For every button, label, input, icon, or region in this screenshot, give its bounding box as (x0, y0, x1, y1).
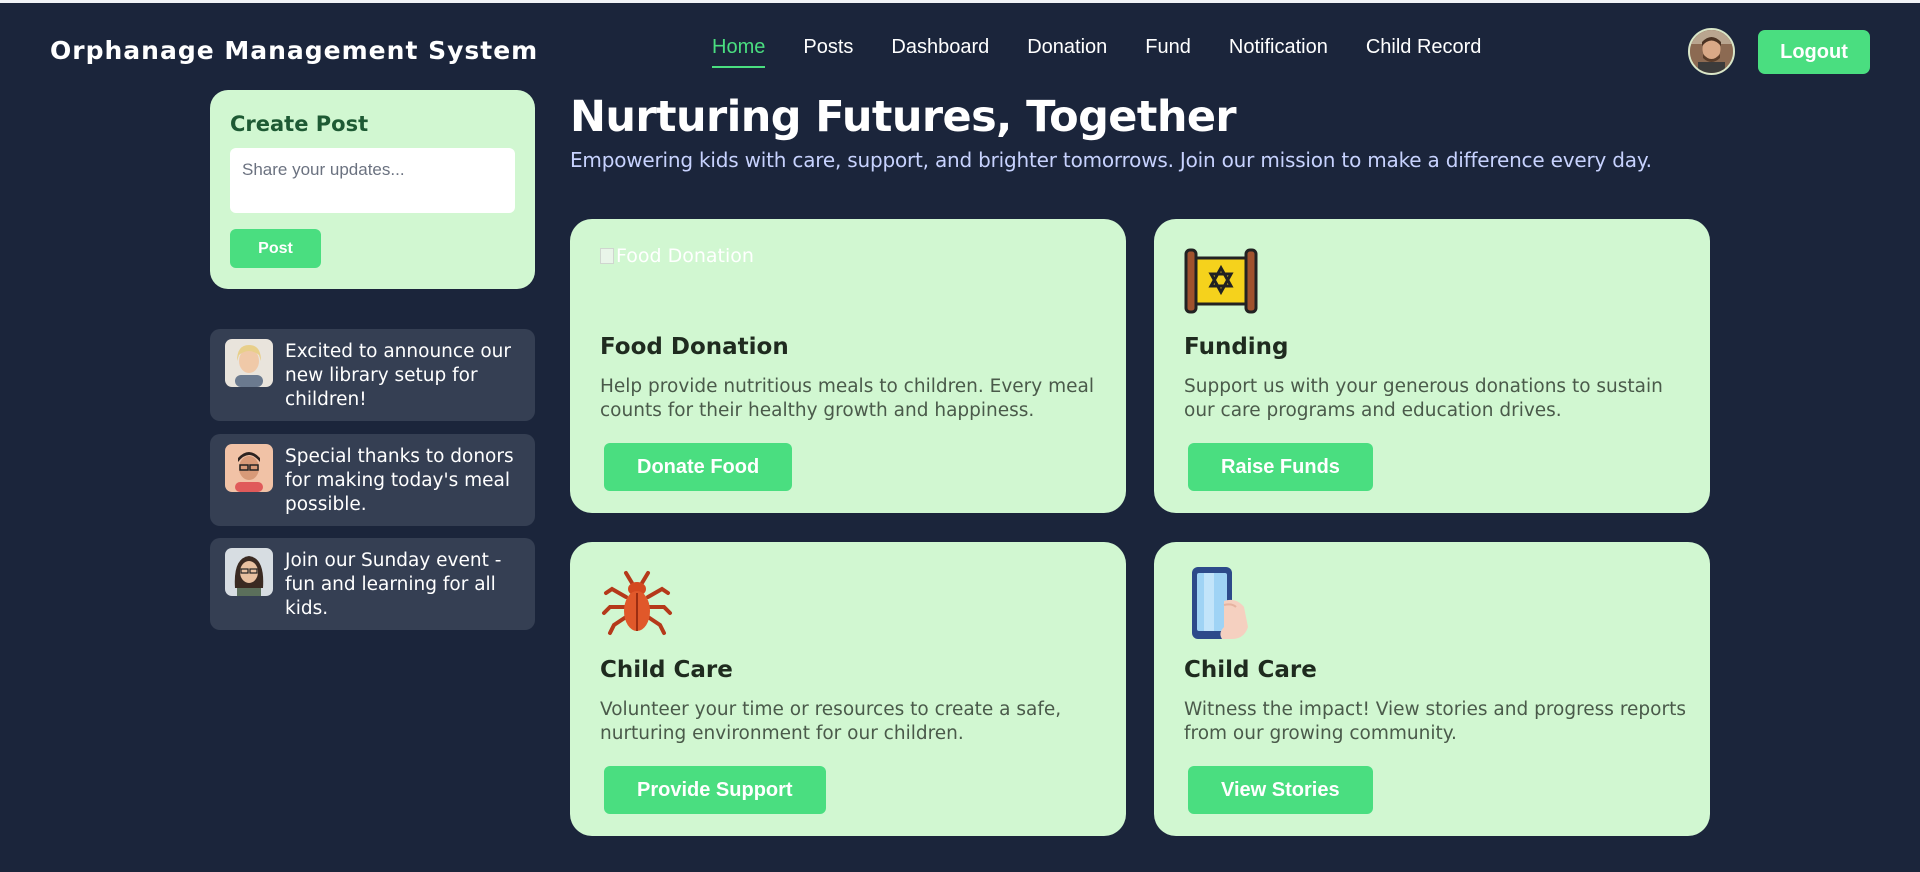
nav-notification[interactable]: Notification (1229, 36, 1328, 68)
scroll-star-icon (1184, 244, 1258, 318)
feed-text: Special thanks to donors for making toda… (285, 446, 514, 515)
nav-dashboard[interactable]: Dashboard (891, 36, 989, 68)
funding-card: Funding Support us with your generous do… (1154, 219, 1710, 513)
provide-support-button[interactable]: Provide Support (604, 766, 826, 814)
donate-food-button[interactable]: Donate Food (604, 443, 793, 491)
phone-hand-icon (1184, 567, 1258, 641)
hero-title: Nurturing Futures, Together (570, 92, 1237, 142)
feed-item: Special thanks to donors for making toda… (210, 434, 535, 526)
feed-text: Join our Sunday event - fun and learning… (285, 550, 502, 619)
nav-posts[interactable]: Posts (803, 36, 853, 68)
post-button[interactable]: Post (230, 229, 321, 268)
card-title: Funding (1184, 334, 1289, 360)
child-care-support-card: Child Care Volunteer your time or resour… (570, 542, 1126, 836)
hero-subtitle: Empowering kids with care, support, and … (570, 148, 1652, 172)
main-nav: Home Posts Dashboard Donation Fund Notif… (712, 36, 1519, 70)
food-donation-card: Food Donation Food Donation Help provide… (570, 219, 1126, 513)
user-avatar[interactable] (1688, 28, 1735, 75)
feed-item: Join our Sunday event - fun and learning… (210, 538, 535, 630)
card-description: Witness the impact! View stories and pro… (1184, 699, 1686, 744)
logout-button[interactable]: Logout (1758, 30, 1870, 74)
nav-donation[interactable]: Donation (1027, 36, 1107, 68)
card-description: Support us with your generous donations … (1184, 376, 1663, 421)
brand-title: Orphanage Management System (50, 36, 539, 65)
post-input[interactable] (230, 148, 515, 213)
child-care-stories-card: Child Care Witness the impact! View stor… (1154, 542, 1710, 836)
create-post-card: Create Post Post (210, 90, 535, 289)
create-post-title: Create Post (230, 112, 369, 136)
card-title: Food Donation (600, 334, 789, 360)
avatar (225, 339, 273, 387)
image-alt-text: Food Donation (616, 245, 754, 267)
avatar (225, 548, 273, 596)
feed-item: Excited to announce our new library setu… (210, 329, 535, 421)
nav-fund[interactable]: Fund (1145, 36, 1191, 68)
card-description: Help provide nutritious meals to childre… (600, 376, 1094, 421)
nav-child-record[interactable]: Child Record (1366, 36, 1482, 68)
card-title: Child Care (1184, 657, 1317, 683)
broken-image-icon: Food Donation (600, 245, 754, 267)
top-border (0, 0, 1920, 3)
raise-funds-button[interactable]: Raise Funds (1188, 443, 1373, 491)
avatar (225, 444, 273, 492)
view-stories-button[interactable]: View Stories (1188, 766, 1373, 814)
bug-icon (600, 567, 674, 641)
card-description: Volunteer your time or resources to crea… (600, 699, 1062, 744)
card-title: Child Care (600, 657, 733, 683)
nav-home[interactable]: Home (712, 36, 766, 68)
feed-text: Excited to announce our new library setu… (285, 341, 511, 410)
